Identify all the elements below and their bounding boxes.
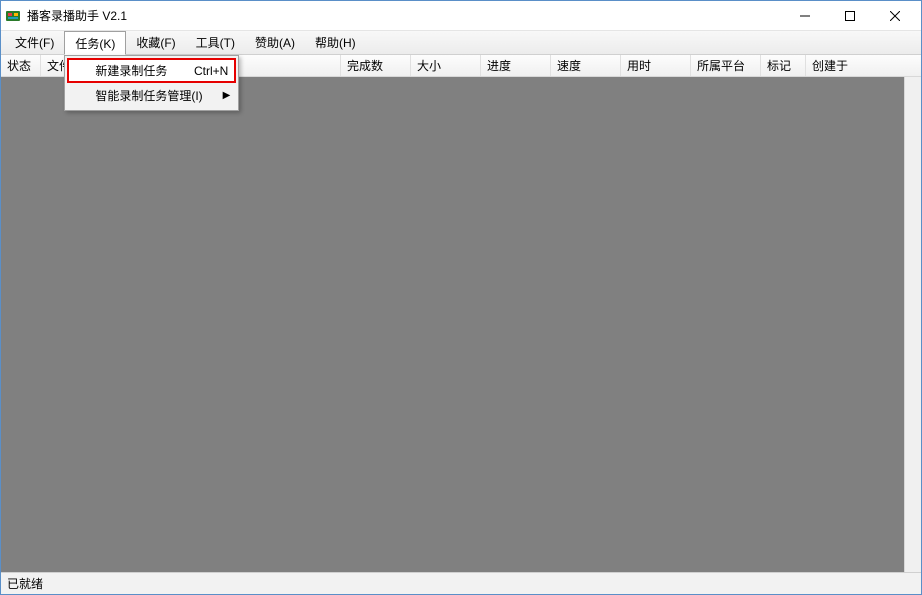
th-mark[interactable]: 标记 xyxy=(761,55,806,76)
th-size[interactable]: 大小 xyxy=(411,55,481,76)
dropdown-item-shortcut: Ctrl+N xyxy=(194,64,228,78)
th-progress[interactable]: 进度 xyxy=(481,55,551,76)
content-area xyxy=(1,77,921,572)
statusbar: 已就绪 xyxy=(1,572,921,594)
dropdown-item-label: 智能录制任务管理(I) xyxy=(95,87,228,104)
th-created[interactable]: 创建于 xyxy=(806,55,921,76)
app-title: 播客录播助手 V2.1 xyxy=(27,7,782,24)
menu-help[interactable]: 帮助(H) xyxy=(305,31,366,54)
menu-sponsor[interactable]: 赞助(A) xyxy=(245,31,305,54)
app-icon xyxy=(5,8,21,24)
th-speed[interactable]: 速度 xyxy=(551,55,621,76)
menu-task[interactable]: 任务(K) 新建录制任务 Ctrl+N 智能录制任务管理(I) ▶ xyxy=(64,31,126,55)
chevron-right-icon: ▶ xyxy=(223,90,231,101)
dropdown-item-label: 新建录制任务 xyxy=(95,62,174,79)
dropdown-new-record-task[interactable]: 新建录制任务 Ctrl+N xyxy=(67,58,236,83)
menubar: 文件(F) 任务(K) 新建录制任务 Ctrl+N 智能录制任务管理(I) ▶ … xyxy=(1,31,921,55)
close-button[interactable] xyxy=(872,1,917,30)
task-dropdown: 新建录制任务 Ctrl+N 智能录制任务管理(I) ▶ xyxy=(64,55,239,111)
menu-tools[interactable]: 工具(T) xyxy=(186,31,245,54)
dropdown-smart-record-manage[interactable]: 智能录制任务管理(I) ▶ xyxy=(67,83,236,108)
status-text: 已就绪 xyxy=(7,575,43,592)
th-status[interactable]: 状态 xyxy=(1,55,41,76)
th-time[interactable]: 用时 xyxy=(621,55,691,76)
menu-favorites[interactable]: 收藏(F) xyxy=(126,31,185,54)
maximize-button[interactable] xyxy=(827,1,872,30)
vertical-scrollbar[interactable] xyxy=(904,77,921,572)
menu-file[interactable]: 文件(F) xyxy=(5,31,64,54)
window-controls xyxy=(782,1,917,30)
th-platform[interactable]: 所属平台 xyxy=(691,55,761,76)
titlebar: 播客录播助手 V2.1 xyxy=(1,1,921,31)
th-completed[interactable]: 完成数 xyxy=(341,55,411,76)
minimize-button[interactable] xyxy=(782,1,827,30)
